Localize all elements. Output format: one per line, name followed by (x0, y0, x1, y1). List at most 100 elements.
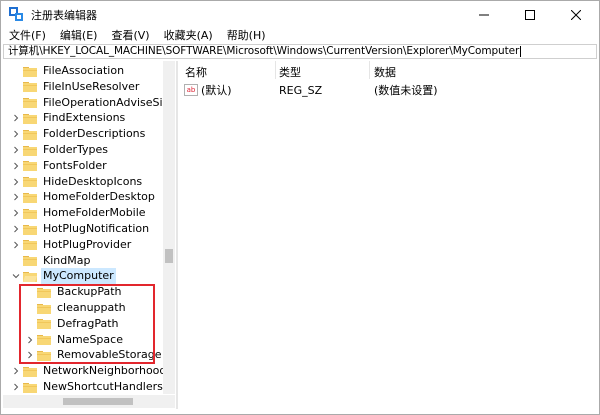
tree-node-label: FontsFolder (43, 158, 107, 172)
close-button[interactable] (553, 1, 599, 28)
chevron-right-icon[interactable] (11, 237, 21, 253)
tree-node[interactable]: FolderTypes (11, 142, 110, 158)
tree-vertical-scrollbar[interactable] (163, 61, 175, 394)
tree-node[interactable]: NewShortcutHandlers (11, 379, 165, 395)
folder-icon (37, 287, 51, 298)
folder-icon (37, 334, 51, 346)
maximize-button[interactable] (507, 1, 553, 28)
tree-node-label: HotPlugNotification (43, 222, 150, 235)
tree-node[interactable]: HotPlugNotification (11, 221, 151, 237)
tree-node[interactable]: FileAssociation (11, 63, 126, 79)
column-header-data[interactable]: 数据 (374, 64, 396, 80)
chevron-right-icon[interactable] (25, 347, 35, 363)
tree-node[interactable]: RemovableStorage (25, 347, 163, 363)
registry-editor-window: 注册表编辑器 文件(F) 编辑(E) 查看(V) 收藏夹(A) 帮助(H) 计算… (0, 0, 600, 415)
chevron-down-icon[interactable] (11, 268, 21, 284)
folder-icon (37, 318, 51, 330)
chevron-right-icon[interactable] (11, 363, 21, 379)
tree-node[interactable]: FileInUseResolver (11, 79, 141, 95)
tree-node-label: HomeFolderMobile (43, 206, 146, 220)
value-name: (默认) (201, 84, 232, 97)
chevron-right-icon[interactable] (11, 158, 21, 174)
tree-node[interactable]: BackupPath (25, 284, 124, 300)
tree-node[interactable]: NameSpace (25, 332, 125, 348)
menu-help[interactable]: 帮助(H) (219, 28, 272, 44)
maximize-icon (525, 9, 535, 20)
tree-node-label: FolderTypes (43, 143, 108, 156)
folder-icon (37, 303, 51, 314)
folder-icon (23, 113, 37, 124)
tree-vertical-scroll-thumb[interactable] (165, 249, 173, 263)
tree-node-label: HomeFolderDesktop (43, 190, 155, 204)
address-path[interactable]: 计算机\HKEY_LOCAL_MACHINE\SOFTWARE\Microsof… (8, 45, 522, 58)
folder-icon (23, 255, 37, 267)
tree-node[interactable]: FontsFolder (11, 158, 109, 174)
chevron-right-icon[interactable] (11, 174, 21, 190)
tree-node-label: DefragPath (57, 316, 119, 330)
tree-node[interactable]: HotPlugProvider (11, 237, 133, 253)
value-row[interactable]: ab (默认) REG_SZ (数值未设置) (179, 83, 589, 99)
chevron-right-icon[interactable] (25, 332, 35, 348)
tree-node-label: FindExtensions (43, 111, 126, 125)
column-separator[interactable] (369, 61, 370, 79)
tree-node[interactable]: MyComputer (11, 268, 116, 285)
tree-node[interactable]: KindMap (11, 253, 92, 269)
tree-node[interactable]: DefragPath (25, 316, 121, 332)
folder-icon (23, 176, 37, 188)
string-value-icon: ab (184, 84, 198, 96)
chevron-right-icon[interactable] (11, 221, 21, 237)
tree-node-label: FileOperationAdviseSinks (43, 95, 175, 109)
address-bar[interactable]: 计算机\HKEY_LOCAL_MACHINE\SOFTWARE\Microsof… (3, 44, 597, 59)
tree-node-label: FileAssociation (43, 64, 125, 77)
folder-icon (23, 66, 37, 77)
tree-node-label: FileInUseResolver (43, 79, 140, 93)
menu-favorites[interactable]: 收藏夹(A) (156, 28, 219, 44)
minimize-button[interactable] (461, 1, 507, 28)
folder-icon (23, 129, 37, 140)
tree-node[interactable]: FileOperationAdviseSinks (11, 95, 175, 111)
title-bar: 注册表编辑器 (1, 1, 599, 28)
chevron-right-icon[interactable] (11, 126, 21, 142)
menu-edit[interactable]: 编辑(E) (52, 28, 104, 44)
tree-node[interactable]: HomeFolderMobile (11, 205, 148, 221)
folder-icon (23, 145, 37, 156)
column-header-type[interactable]: 类型 (279, 64, 301, 80)
tree-node-label: NetworkNeighborhood (43, 364, 167, 378)
folder-icon (23, 239, 37, 251)
menu-view[interactable]: 查看(V) (103, 28, 155, 44)
column-separator[interactable] (275, 61, 276, 79)
tree-node[interactable]: NetworkNeighborhood (11, 363, 168, 379)
chevron-right-icon[interactable] (11, 189, 21, 205)
registry-key-tree[interactable]: FileAssociation FileInUseResolver FileOper… (3, 61, 175, 409)
column-header-name[interactable]: 名称 (185, 64, 207, 80)
tree-horizontal-scrollbar[interactable] (3, 395, 175, 408)
folder-icon (23, 224, 37, 235)
menu-file[interactable]: 文件(F) (1, 28, 52, 44)
folder-open-icon (23, 271, 37, 282)
tree-node-label: RemovableStorage (57, 348, 162, 362)
folder-icon (37, 350, 51, 361)
tree-node[interactable]: HideDesktopIcons (11, 174, 144, 190)
tree-node-label: cleanuppath (57, 301, 126, 314)
tree-node-label: MyComputer (41, 268, 116, 285)
folder-icon (23, 160, 37, 172)
tree-node[interactable]: HomeFolderDesktop (11, 189, 157, 205)
tree-node[interactable]: FindExtensions (11, 110, 127, 126)
chevron-right-icon[interactable] (11, 142, 21, 158)
folder-icon (23, 382, 37, 393)
chevron-right-icon[interactable] (11, 110, 21, 126)
chevron-right-icon[interactable] (11, 205, 21, 221)
tree-node[interactable]: FolderDescriptions (11, 126, 147, 142)
values-list[interactable]: 名称 类型 数据 ab (默认) REG_SZ (数值未设置) (179, 61, 597, 409)
folder-icon (23, 366, 37, 377)
tree-node-label: BackupPath (57, 285, 122, 299)
chevron-right-icon[interactable] (11, 379, 21, 395)
pane-splitter[interactable] (176, 61, 178, 409)
tree-horizontal-scroll-thumb[interactable] (63, 398, 133, 405)
tree-node[interactable]: cleanuppath (25, 300, 128, 316)
